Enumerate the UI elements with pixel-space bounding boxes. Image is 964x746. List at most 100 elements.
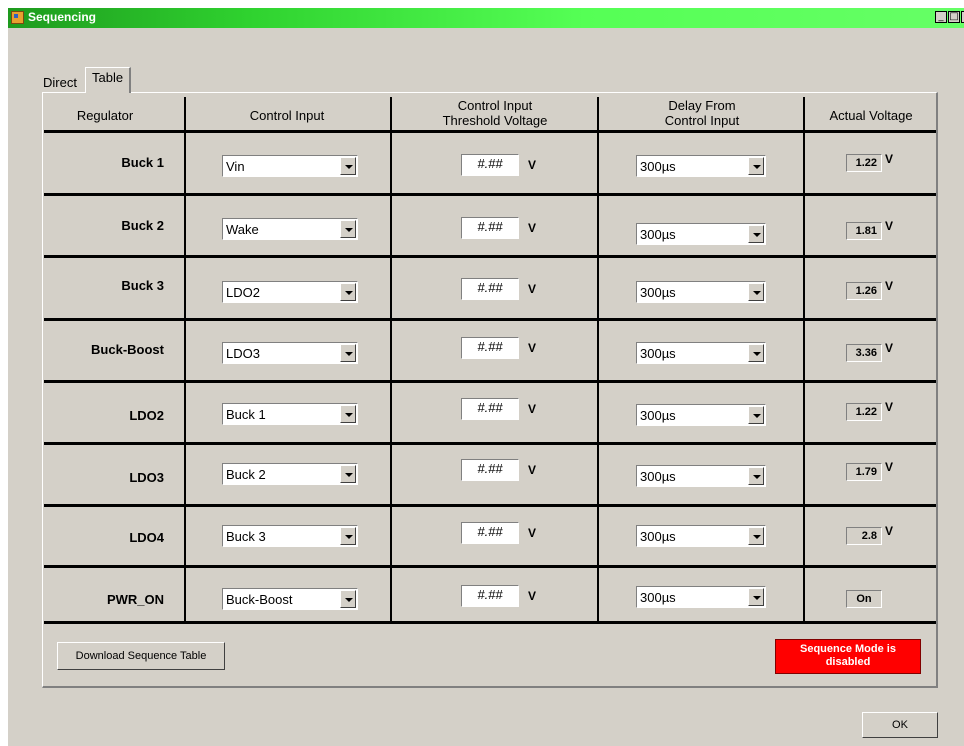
- column-divider: [597, 97, 599, 622]
- chevron-down-icon[interactable]: [340, 465, 356, 483]
- delay-select[interactable]: 300µs: [636, 281, 766, 303]
- volt-unit: V: [528, 463, 537, 477]
- tab-table[interactable]: Table: [85, 67, 132, 93]
- regulator-name: Buck 2: [121, 218, 164, 233]
- volt-unit: V: [528, 402, 537, 416]
- chevron-down-icon[interactable]: [748, 344, 764, 362]
- chevron-down-icon[interactable]: [748, 283, 764, 301]
- row-divider: [44, 380, 936, 383]
- chevron-down-icon[interactable]: [340, 344, 356, 362]
- chevron-down-icon[interactable]: [340, 157, 356, 175]
- delay-select[interactable]: 300µs: [636, 404, 766, 426]
- threshold-voltage-input[interactable]: #.##: [461, 337, 519, 359]
- regulator-name: LDO4: [129, 530, 164, 545]
- row-divider: [44, 255, 936, 258]
- column-divider: [390, 97, 392, 622]
- row-divider: [44, 442, 936, 445]
- chevron-down-icon[interactable]: [340, 220, 356, 238]
- control-input-select[interactable]: Buck 3: [222, 525, 358, 547]
- chevron-down-icon[interactable]: [748, 527, 764, 545]
- chevron-down-icon[interactable]: [340, 590, 356, 608]
- row-divider: [44, 193, 936, 196]
- actual-voltage-readout: 1.81: [846, 222, 882, 240]
- row-divider: [44, 130, 936, 133]
- actual-voltage-readout: 3.36: [846, 344, 882, 362]
- regulator-name: LDO2: [129, 408, 164, 423]
- volt-unit: V: [885, 152, 894, 166]
- column-divider: [803, 97, 805, 622]
- delay-select[interactable]: 300µs: [636, 155, 766, 177]
- title-bar[interactable]: Sequencing _ □ x: [8, 8, 964, 28]
- actual-voltage-readout: 1.26: [846, 282, 882, 300]
- chevron-down-icon[interactable]: [748, 588, 764, 606]
- row-divider: [44, 318, 936, 321]
- actual-voltage-readout: 1.79: [846, 463, 882, 481]
- control-input-value: Wake: [226, 222, 259, 237]
- actual-voltage-readout: 1.22: [846, 403, 882, 421]
- chevron-down-icon[interactable]: [748, 225, 764, 243]
- delay-value: 300µs: [640, 159, 676, 174]
- volt-unit: V: [528, 341, 537, 355]
- delay-select[interactable]: 300µs: [636, 223, 766, 245]
- delay-value: 300µs: [640, 408, 676, 423]
- tab-direct[interactable]: Direct: [39, 71, 81, 93]
- threshold-voltage-input[interactable]: #.##: [461, 585, 519, 607]
- delay-select[interactable]: 300µs: [636, 465, 766, 487]
- status-line1: Sequence Mode is: [800, 643, 896, 655]
- threshold-voltage-input[interactable]: #.##: [461, 522, 519, 544]
- control-input-select[interactable]: Buck-Boost: [222, 588, 358, 610]
- control-input-value: Buck 2: [226, 467, 266, 482]
- header-threshold-line1: Control Input: [457, 98, 533, 113]
- control-input-select[interactable]: Buck 1: [222, 403, 358, 425]
- control-input-value: LDO3: [226, 346, 260, 361]
- chevron-down-icon[interactable]: [748, 467, 764, 485]
- delay-value: 300µs: [640, 529, 676, 544]
- chevron-down-icon[interactable]: [748, 406, 764, 424]
- volt-unit: V: [885, 460, 894, 474]
- maximize-button[interactable]: □: [948, 11, 960, 23]
- delay-value: 300µs: [640, 346, 676, 361]
- threshold-voltage-input[interactable]: #.##: [461, 154, 519, 176]
- control-input-value: Buck 3: [226, 529, 266, 544]
- volt-unit: V: [528, 526, 537, 540]
- minimize-button[interactable]: _: [935, 11, 947, 23]
- chevron-down-icon[interactable]: [340, 283, 356, 301]
- regulator-name: LDO3: [129, 470, 164, 485]
- regulator-name: PWR_ON: [106, 592, 164, 607]
- status-line2: disabled: [825, 656, 871, 668]
- control-input-select[interactable]: Vin: [222, 155, 358, 177]
- control-input-select[interactable]: Buck 2: [222, 463, 358, 485]
- row-divider: [44, 621, 936, 624]
- volt-unit: V: [528, 221, 537, 235]
- header-regulator: Regulator: [76, 108, 134, 123]
- chevron-down-icon[interactable]: [340, 527, 356, 545]
- header-delay-line1: Delay From: [668, 98, 736, 113]
- delay-select[interactable]: 300µs: [636, 586, 766, 608]
- delay-select[interactable]: 300µs: [636, 342, 766, 364]
- control-input-select[interactable]: Wake: [222, 218, 358, 240]
- chevron-down-icon[interactable]: [748, 157, 764, 175]
- header-delay-line2: Control Input: [664, 113, 740, 128]
- threshold-voltage-input[interactable]: #.##: [461, 398, 519, 420]
- volt-unit: V: [885, 400, 894, 414]
- regulator-name: Buck 1: [121, 155, 164, 170]
- delay-value: 300µs: [640, 590, 676, 605]
- threshold-voltage-input[interactable]: #.##: [461, 278, 519, 300]
- regulator-name: Buck 3: [121, 278, 164, 293]
- chevron-down-icon[interactable]: [340, 405, 356, 423]
- volt-unit: V: [885, 219, 894, 233]
- control-input-value: Buck-Boost: [226, 592, 293, 607]
- volt-unit: V: [885, 279, 894, 293]
- row-divider: [44, 504, 936, 507]
- download-sequence-table-button[interactable]: Download Sequence Table: [57, 642, 225, 670]
- volt-unit: V: [528, 158, 537, 172]
- ok-button[interactable]: OK: [862, 712, 938, 738]
- control-input-select[interactable]: LDO2: [222, 281, 358, 303]
- threshold-voltage-input[interactable]: #.##: [461, 217, 519, 239]
- threshold-voltage-input[interactable]: #.##: [461, 459, 519, 481]
- delay-value: 300µs: [640, 227, 676, 242]
- control-input-select[interactable]: LDO3: [222, 342, 358, 364]
- header-threshold-line2: Threshold Voltage: [442, 113, 548, 128]
- delay-select[interactable]: 300µs: [636, 525, 766, 547]
- volt-unit: V: [885, 341, 894, 355]
